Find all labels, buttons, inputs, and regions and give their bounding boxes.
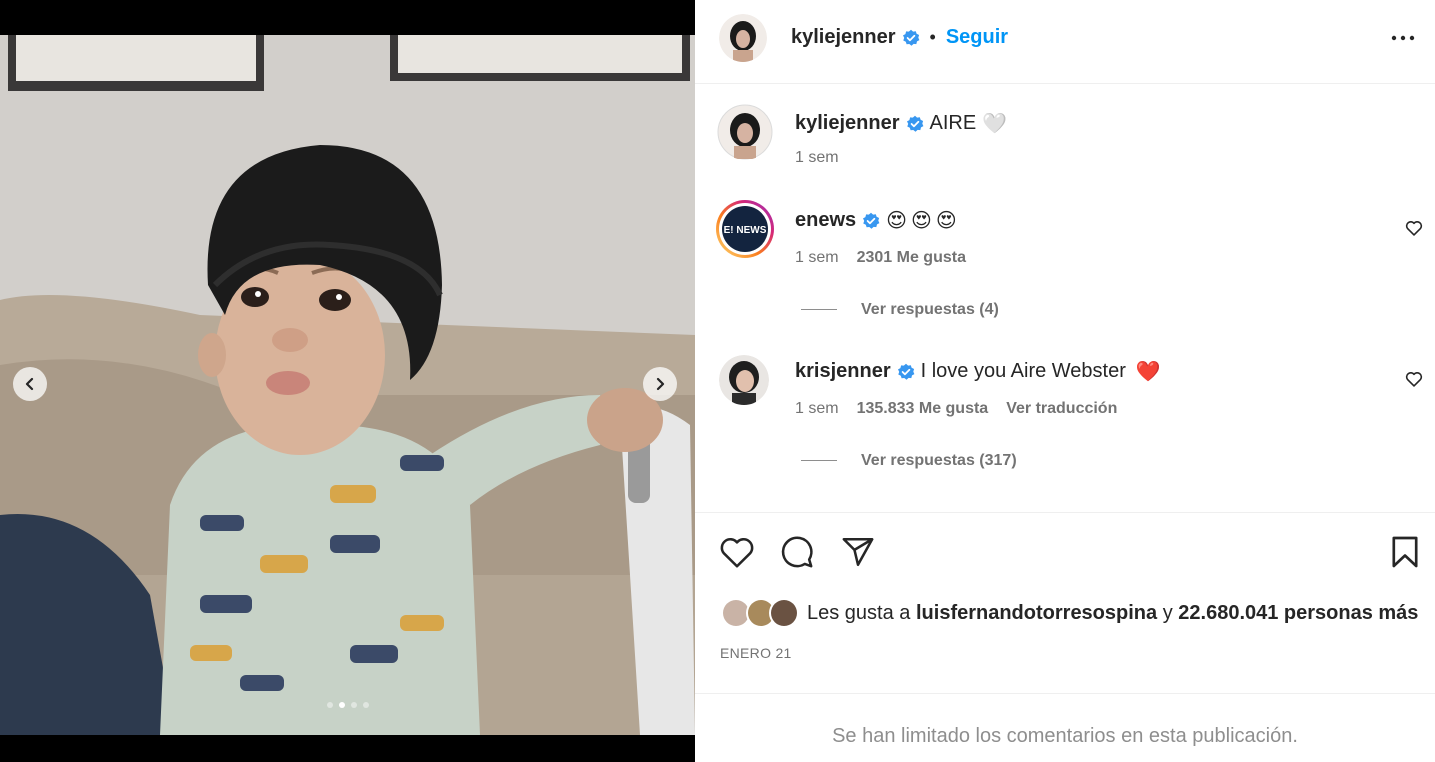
carousel-dot [362, 702, 369, 708]
comment-likes[interactable]: 135.833 Me gusta [857, 400, 989, 418]
post-panel: kyliejenner • Seguir kyliejenner AIRE 🤍 … [695, 0, 1435, 762]
verified-badge-icon [906, 115, 923, 132]
comments-limited-notice: Se han limitado los comentarios en esta … [832, 725, 1298, 747]
enews-logo-text: E! NEWS [724, 225, 767, 236]
more-options-button[interactable] [1391, 30, 1415, 51]
avatar: E! NEWS [716, 200, 774, 258]
comment-meta-enews: 1 sem 2301 Me gusta [795, 249, 966, 267]
verified-badge-icon [863, 212, 880, 229]
heart-outline-icon [720, 538, 754, 568]
actions-divider [695, 512, 1435, 513]
verified-badge-icon [902, 29, 919, 46]
comment-button[interactable] [780, 535, 814, 574]
comment-avatar-enews[interactable]: E! NEWS [715, 199, 775, 259]
comment-row-krisjenner: krisjenner I love you Aire Webster ❤️ [795, 359, 1161, 384]
comment-username[interactable]: krisjenner [795, 360, 891, 383]
likes-summary: Les gusta a luisfernandotorresospina y 2… [807, 602, 1418, 625]
footer-divider [695, 693, 1435, 694]
caption-row: kyliejenner AIRE 🤍 [795, 111, 1007, 136]
carousel-dot [350, 702, 357, 708]
comment-like-button[interactable] [1405, 220, 1423, 241]
likes-count-link[interactable]: 22.680.041 personas más [1178, 602, 1418, 624]
comment-time[interactable]: 1 sem [795, 400, 839, 418]
caption-time[interactable]: 1 sem [795, 149, 839, 167]
header-username[interactable]: kyliejenner [791, 26, 896, 49]
view-replies-label: Ver respuestas (4) [861, 301, 999, 318]
liker-avatars[interactable] [720, 596, 800, 630]
caption-username[interactable]: kyliejenner [795, 112, 900, 135]
comment-like-button[interactable] [1405, 371, 1423, 392]
caption-avatar[interactable] [717, 104, 773, 160]
header-divider [695, 83, 1435, 84]
save-button[interactable] [1391, 535, 1419, 574]
post-date[interactable]: ENERO 21 [720, 645, 792, 661]
avatar [719, 355, 769, 405]
caption-text: AIRE [929, 112, 977, 134]
carousel-prev-button[interactable] [13, 367, 47, 401]
header-avatar[interactable] [719, 14, 767, 62]
comment-row-enews: enews 😍😍😍 [795, 208, 961, 233]
carousel-indicator [0, 702, 695, 708]
bookmark-icon [1392, 536, 1418, 568]
share-button[interactable] [841, 535, 875, 574]
white-heart-emoji: 🤍 [982, 113, 1008, 135]
chevron-left-icon [25, 377, 34, 391]
carousel-dot [326, 702, 333, 708]
like-button[interactable] [719, 535, 755, 574]
comment-time[interactable]: 1 sem [795, 249, 839, 267]
comment-text: I love you Aire Webster [920, 360, 1126, 382]
post-media [0, 0, 695, 762]
post-photo [0, 35, 695, 735]
red-heart-emoji: ❤️ [1135, 361, 1161, 383]
comment-meta-krisjenner: 1 sem 135.833 Me gusta Ver traducción [795, 400, 1117, 418]
comment-likes[interactable]: 2301 Me gusta [857, 249, 966, 267]
comment-username[interactable]: enews [795, 209, 856, 232]
reply-line [801, 309, 837, 311]
comment-text: 😍😍😍 [886, 210, 961, 232]
comment-bubble-icon [781, 536, 813, 568]
translate-link[interactable]: Ver traducción [1006, 400, 1117, 418]
view-replies-enews[interactable]: Ver respuestas (4) [801, 301, 999, 319]
chevron-right-icon [656, 377, 665, 391]
avatar [719, 14, 767, 62]
view-replies-label: Ver respuestas (317) [861, 452, 1017, 469]
comment-avatar-krisjenner[interactable] [719, 355, 769, 405]
header-separator: • [929, 27, 936, 47]
heart-outline-icon [1405, 221, 1423, 236]
more-horizontal-icon [1391, 35, 1415, 41]
follow-button[interactable]: Seguir [946, 26, 1008, 49]
avatar [717, 104, 773, 160]
likes-prefix: Les gusta a [807, 602, 911, 624]
paper-plane-icon [842, 537, 874, 567]
liker-avatar-stack [721, 598, 799, 628]
view-replies-krisjenner[interactable]: Ver respuestas (317) [801, 452, 1017, 470]
liker-username[interactable]: luisfernandotorresospina [916, 602, 1157, 624]
likes-conj: y [1162, 602, 1173, 624]
carousel-dot [338, 702, 345, 708]
heart-outline-icon [1405, 372, 1423, 387]
carousel-next-button[interactable] [643, 367, 677, 401]
verified-badge-icon [897, 363, 915, 380]
reply-line [801, 460, 837, 462]
